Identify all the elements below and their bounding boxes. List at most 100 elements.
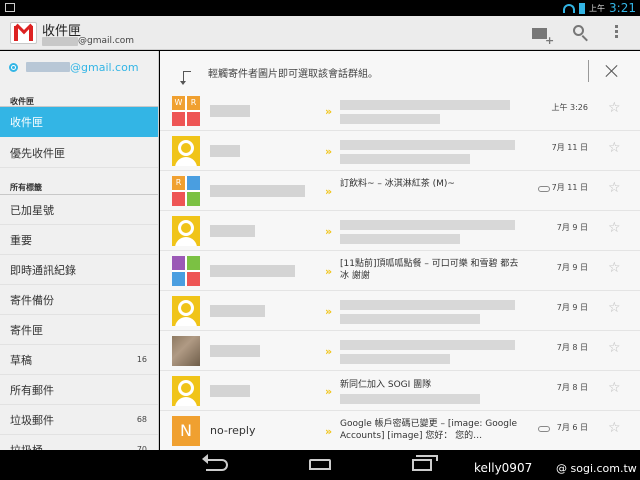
redacted-subject: [340, 354, 450, 364]
chevron-right-icon: »: [325, 345, 333, 358]
sender-avatar[interactable]: [172, 376, 200, 406]
row-date: 7月 8 日: [556, 343, 588, 352]
row-sender: no-reply: [210, 424, 256, 437]
sender-avatar[interactable]: N: [172, 416, 200, 446]
sender-avatar[interactable]: [172, 336, 200, 366]
attachment-icon: [538, 186, 550, 192]
sidebar-item-inbox[interactable]: 收件匣: [0, 107, 158, 137]
row-date: 7月 9 日: [556, 303, 588, 312]
sidebar-account: @gmail.com: [26, 61, 139, 74]
sidebar-item-priority-inbox[interactable]: 優先收件匣: [0, 138, 158, 168]
sidebar-item-chats[interactable]: 即時通訊紀錄: [0, 255, 158, 285]
wifi-icon: [563, 3, 576, 13]
hint-text: 輕觸寄件者圖片即可選取該會話群組。: [208, 69, 378, 80]
sidebar-item-trash[interactable]: 垃圾桶 70: [0, 435, 158, 451]
chevron-right-icon: »: [325, 185, 333, 198]
account-selector[interactable]: @gmail.com: [0, 51, 158, 83]
redacted-sender: [210, 105, 250, 117]
redacted-sender: [210, 185, 305, 197]
redacted-sender: [210, 385, 250, 397]
sender-avatar[interactable]: R: [172, 176, 200, 206]
status-bar: 上午 3:21: [0, 0, 640, 16]
clock-time: 3:21: [609, 1, 636, 15]
sender-avatar[interactable]: [172, 136, 200, 166]
redacted-subject: [340, 220, 515, 230]
divider: [588, 60, 589, 82]
star-icon[interactable]: ☆: [608, 180, 621, 196]
redacted-sender: [210, 345, 260, 357]
row-subject: 新同仁加入 SOGI 團隊: [340, 380, 432, 390]
conversation-row[interactable]: » 7月 9 日 ☆: [160, 212, 640, 251]
gmail-logo-icon[interactable]: [10, 22, 37, 44]
sidebar-item-starred[interactable]: 已加星號: [0, 195, 158, 225]
account-address: @gmail.com: [42, 36, 134, 46]
conversation-row[interactable]: W R » 上午 3:26 ☆: [160, 92, 640, 131]
row-date: 上午 3:26: [551, 103, 588, 112]
close-icon[interactable]: [603, 62, 621, 80]
overflow-menu-icon[interactable]: [612, 23, 620, 43]
star-icon[interactable]: ☆: [608, 380, 621, 396]
redacted-username: [26, 62, 70, 72]
conversation-row[interactable]: » [11點前]頂呱呱點餐 – 可口可樂 和雪碧 都去冰 謝謝 7月 9 日 ☆: [160, 252, 640, 291]
gallery-notification-icon: [5, 3, 15, 12]
hint-banner: 輕觸寄件者圖片即可選取該會話群組。: [160, 51, 640, 91]
sidebar-item-sent[interactable]: 寄件備份: [0, 285, 158, 315]
account-suffix: @gmail.com: [78, 36, 135, 46]
sender-avatar[interactable]: [172, 216, 200, 246]
sender-avatar[interactable]: [172, 296, 200, 326]
sender-avatar[interactable]: W R: [172, 96, 200, 126]
search-icon[interactable]: [571, 23, 591, 43]
star-icon[interactable]: ☆: [608, 220, 621, 236]
star-icon[interactable]: ☆: [608, 260, 621, 276]
chevron-right-icon: »: [325, 265, 333, 278]
compose-icon[interactable]: +: [531, 23, 554, 46]
tablet-screen: 上午 3:21 收件匣 @gmail.com + @gmail.com 收件匣 …: [0, 0, 640, 480]
row-date: 7月 11 日: [551, 143, 588, 152]
redacted-sender: [210, 305, 265, 317]
sidebar-item-drafts[interactable]: 草稿 16: [0, 345, 158, 375]
row-subject: [11點前]頂呱呱點餐 – 可口可樂 和雪碧 都去冰 謝謝: [340, 259, 519, 281]
sidebar-item-spam[interactable]: 垃圾郵件 68: [0, 405, 158, 435]
attachment-icon: [538, 426, 550, 432]
arrow-hint-icon: [180, 71, 191, 85]
star-icon[interactable]: ☆: [608, 340, 621, 356]
sidebar-item-outbox[interactable]: 寄件匣: [0, 315, 158, 345]
sidebar-item-all-mail[interactable]: 所有郵件: [0, 375, 158, 405]
watermark-user: kelly0907: [474, 461, 533, 475]
conversation-row[interactable]: » 新同仁加入 SOGI 團隊 7月 8 日 ☆: [160, 372, 640, 411]
redacted-sender: [210, 145, 240, 157]
conversation-row[interactable]: » 7月 8 日 ☆: [160, 332, 640, 371]
conversation-row[interactable]: » 7月 11 日 ☆: [160, 132, 640, 171]
redacted-subject: [340, 154, 470, 164]
sidebar-item-important[interactable]: 重要: [0, 225, 158, 255]
redacted-subject: [340, 140, 515, 150]
chevron-right-icon: »: [325, 145, 333, 158]
conversation-row[interactable]: » 7月 9 日 ☆: [160, 292, 640, 331]
recent-apps-icon[interactable]: [412, 455, 438, 471]
star-icon[interactable]: ☆: [608, 140, 621, 156]
conversation-row[interactable]: R » 訂飲料~ – 冰淇淋紅茶 (M)~ 7月 11 日 ☆: [160, 172, 640, 211]
conversation-list: 輕觸寄件者圖片即可選取該會話群組。 W R » 上午 3:26 ☆ » 7月 1…: [160, 51, 640, 450]
chevron-right-icon: »: [325, 305, 333, 318]
star-icon[interactable]: ☆: [608, 420, 621, 436]
chevron-right-icon: »: [325, 105, 333, 118]
radio-selected-icon: [9, 62, 18, 72]
redacted-subject: [340, 394, 480, 404]
sender-avatar[interactable]: [172, 256, 200, 286]
sidebar-account-suffix: @gmail.com: [70, 60, 139, 74]
conversation-row[interactable]: N no-reply » Google 帳戶密碼已變更 – [image: Go…: [160, 412, 640, 450]
redacted-subject: [340, 100, 510, 110]
home-icon[interactable]: [309, 459, 331, 470]
star-icon[interactable]: ☆: [608, 100, 621, 116]
back-icon[interactable]: [202, 454, 228, 471]
navigation-bar: kelly0907 @ sogi.com.tw: [0, 450, 640, 480]
sidebar: @gmail.com 收件匣 收件匣 優先收件匣 所有標籤 已加星號 重要 即時…: [0, 51, 159, 450]
redacted-subject: [340, 114, 440, 124]
action-bar: 收件匣 @gmail.com +: [0, 16, 640, 50]
star-icon[interactable]: ☆: [608, 300, 621, 316]
redacted-sender: [210, 265, 295, 277]
row-date: 7月 9 日: [556, 263, 588, 272]
row-date: 7月 8 日: [556, 383, 588, 392]
section-header-labels: 所有標籤: [10, 183, 42, 192]
chevron-right-icon: »: [325, 225, 333, 238]
